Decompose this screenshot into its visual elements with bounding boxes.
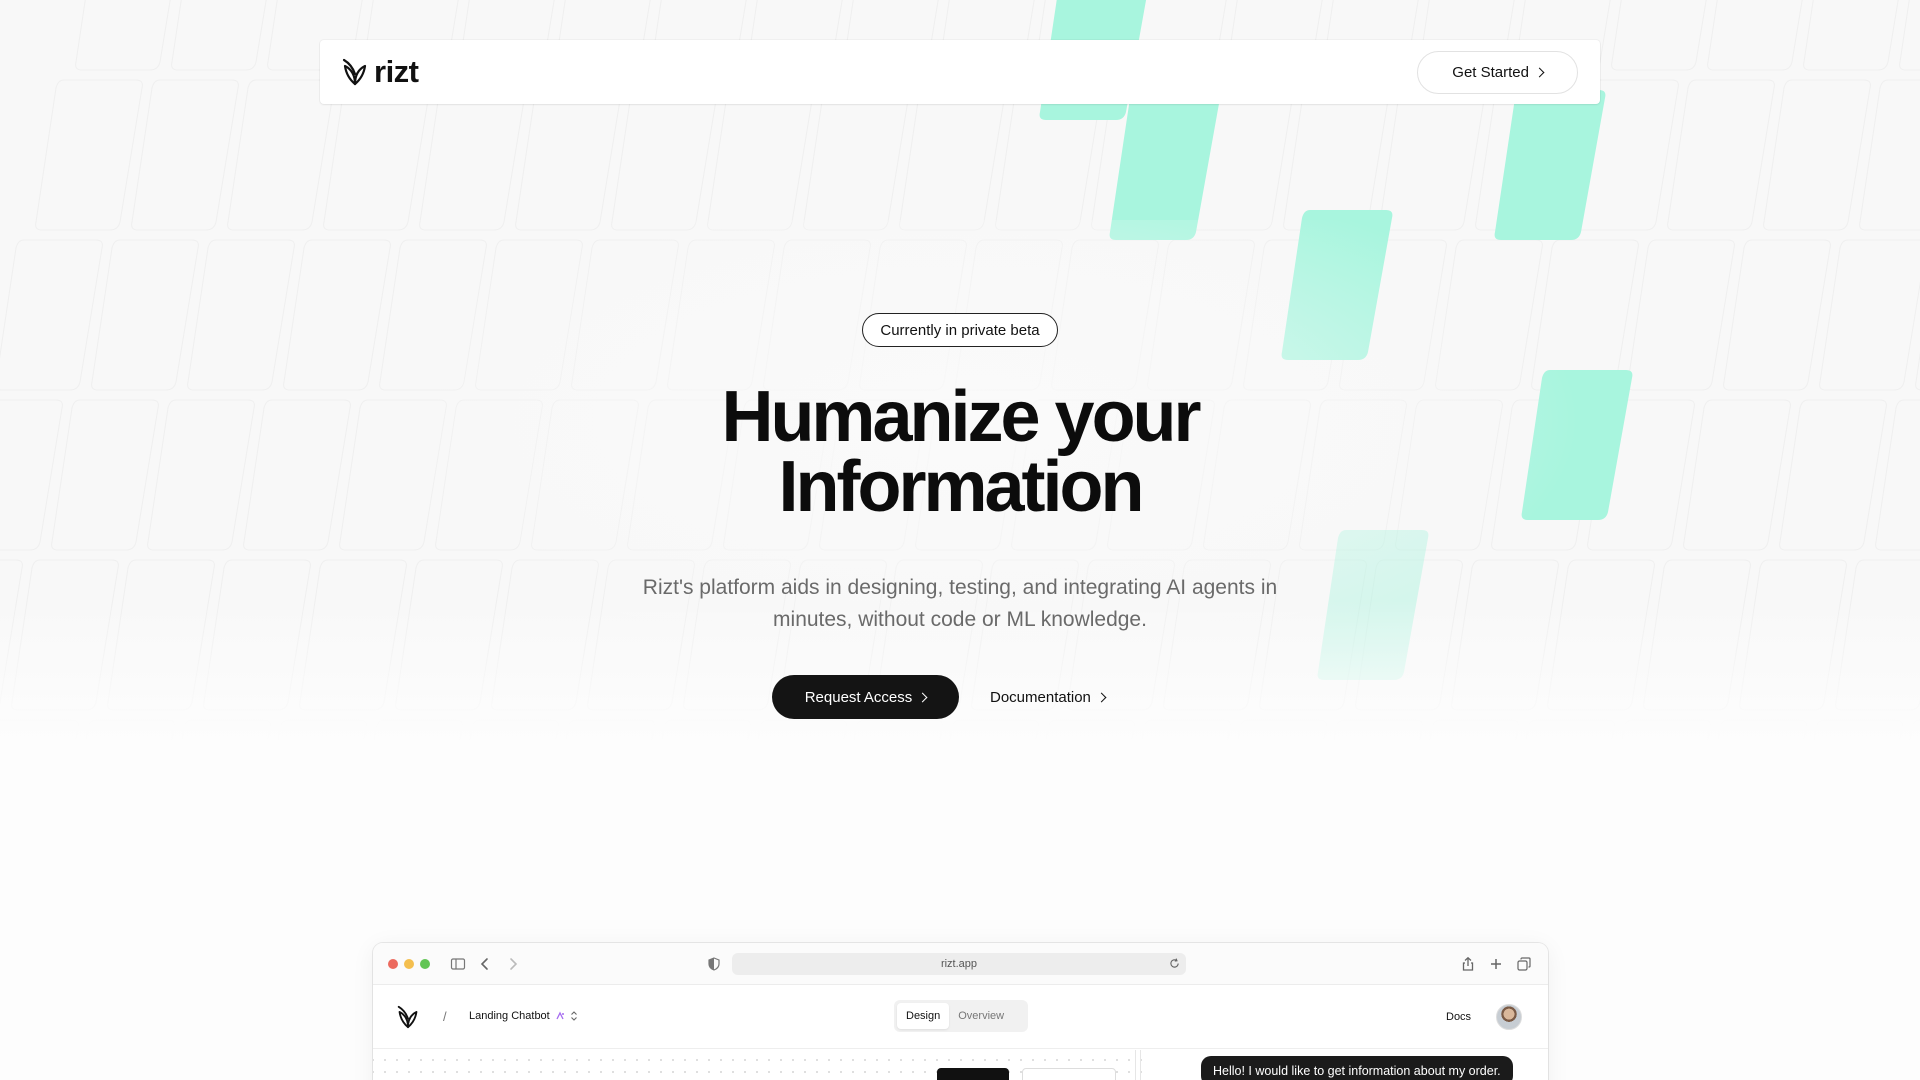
hero-title: Humanize your Information: [560, 381, 1360, 523]
chevron-updown-icon: [570, 1011, 577, 1021]
accent-tile: [1109, 90, 1221, 240]
view-mode-tabs: Design Overview: [894, 1000, 1028, 1032]
user-avatar[interactable]: [1496, 1004, 1522, 1030]
maximize-window-dot[interactable]: [420, 958, 430, 969]
new-tab-icon[interactable]: [1488, 956, 1504, 972]
breadcrumb-separator: /: [443, 1009, 447, 1024]
accent-tile: [1494, 90, 1606, 240]
product-preview-window: rizt.app / Landing Chatbot Design Overvi…: [373, 943, 1548, 1080]
app-logo-icon[interactable]: [397, 1005, 419, 1029]
request-access-button[interactable]: Request Access: [772, 675, 959, 719]
project-switcher[interactable]: Landing Chatbot: [469, 1010, 578, 1022]
logo-wordmark: rizt: [374, 54, 419, 89]
get-started-label: Get Started: [1452, 63, 1529, 81]
share-icon[interactable]: [1460, 956, 1476, 972]
close-window-dot[interactable]: [388, 958, 398, 969]
chevron-right-icon: [917, 692, 928, 702]
background-tile: [1763, 79, 1871, 231]
address-bar[interactable]: rizt.app: [732, 953, 1186, 975]
background-tile: [35, 79, 143, 231]
background-tile: [131, 79, 239, 231]
canvas-toolbar-primary-button[interactable]: [937, 1068, 1009, 1080]
logo[interactable]: rizt: [342, 54, 419, 90]
hero-subtitle-line1: Rizt's platform aids in designing, testi…: [642, 576, 1278, 599]
site-header: rizt Get Started: [320, 40, 1600, 104]
minimize-window-dot[interactable]: [404, 958, 414, 969]
project-name: Landing Chatbot: [469, 1010, 550, 1022]
privacy-shield-icon[interactable]: [706, 956, 722, 972]
hero-subtitle: Rizt's platform aids in designing, testi…: [620, 572, 1300, 636]
rizt-logo-icon: [342, 58, 367, 86]
traffic-lights: [388, 958, 430, 969]
background-tile: [227, 79, 335, 231]
background-tile: [1611, 0, 1707, 71]
docs-link[interactable]: Docs: [1446, 1011, 1471, 1023]
background-tile: [1707, 0, 1803, 71]
get-started-button[interactable]: Get Started: [1417, 50, 1578, 94]
sidebar-toggle-icon[interactable]: [450, 956, 466, 972]
canvas-toolbar-secondary-button[interactable]: [1022, 1068, 1116, 1080]
back-icon[interactable]: [477, 956, 493, 972]
background-tile: [1859, 79, 1920, 231]
chevron-right-icon: [1534, 67, 1545, 77]
hero-title-line1: Humanize your: [721, 377, 1201, 457]
background-tile: [75, 0, 171, 71]
tab-overview-icon[interactable]: [1516, 956, 1532, 972]
chat-message: Hello! I would like to get information a…: [1201, 1056, 1513, 1080]
forward-icon[interactable]: [505, 956, 521, 972]
hero-subtitle-line2: minutes, without code or ML knowledge.: [773, 608, 1147, 631]
url-text: rizt.app: [940, 958, 978, 970]
background-tile: [1899, 0, 1920, 71]
private-beta-badge: Currently in private beta: [862, 313, 1058, 347]
reload-icon[interactable]: [1168, 957, 1181, 970]
background-tile: [1667, 79, 1775, 231]
app-header: / Landing Chatbot Design Overview Docs: [373, 985, 1548, 1049]
documentation-link[interactable]: Documentation: [990, 675, 1107, 719]
tab-design[interactable]: Design: [897, 1003, 950, 1029]
sparkle-icon: [556, 1011, 564, 1020]
background-tile: [171, 0, 267, 71]
request-access-label: Request Access: [804, 688, 913, 706]
chevron-right-icon: [1096, 692, 1107, 702]
tab-overview[interactable]: Overview: [949, 1003, 1013, 1029]
background-tile: [1803, 0, 1899, 71]
panel-resize-handle[interactable]: [1135, 1050, 1141, 1080]
documentation-label: Documentation: [990, 688, 1091, 706]
hero-title-line2: Information: [778, 447, 1145, 527]
browser-toolbar: rizt.app: [373, 943, 1548, 985]
